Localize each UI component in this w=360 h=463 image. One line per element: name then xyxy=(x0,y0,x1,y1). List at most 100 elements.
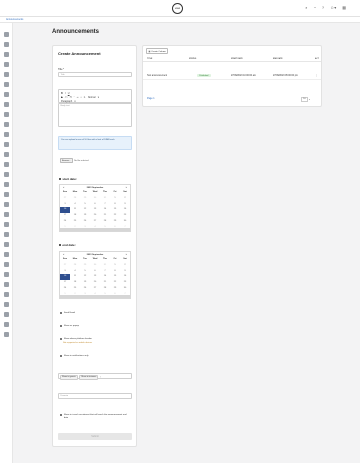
sidebar xyxy=(0,23,13,463)
help-icon[interactable]: ? xyxy=(322,5,324,10)
audience-tag[interactable]: Show to trainees xyxy=(79,375,99,380)
column-status[interactable]: Status xyxy=(189,58,196,60)
code-button[interactable]: <> xyxy=(65,96,68,99)
header-checkbox[interactable] xyxy=(60,338,63,341)
calendar-time-bar[interactable] xyxy=(60,228,130,231)
home-icon[interactable] xyxy=(4,32,9,37)
users-icon[interactable] xyxy=(4,52,9,57)
row-title[interactable]: Test announcement xyxy=(147,75,167,77)
cloud-icon[interactable] xyxy=(4,282,9,287)
more-options-icon[interactable]: ⋮ xyxy=(315,74,317,77)
notifications-checkbox[interactable] xyxy=(60,355,63,358)
link-button[interactable]: ∞ xyxy=(77,96,79,99)
end-date-label: end date: xyxy=(59,243,76,247)
shield-icon[interactable] xyxy=(4,212,9,217)
link-icon[interactable] xyxy=(4,152,9,157)
bold-button[interactable]: B xyxy=(61,92,63,95)
domain-input[interactable]: Domain xyxy=(58,393,132,399)
user-menu-icon[interactable]: ☺▾ xyxy=(330,5,336,10)
mobile-note: Not supported on mobile devices xyxy=(63,342,93,344)
search-icon[interactable]: ⌕ xyxy=(305,5,307,10)
globe-icon[interactable] xyxy=(4,332,9,337)
archive-icon[interactable] xyxy=(4,262,9,267)
tag-icon[interactable] xyxy=(4,142,9,147)
quote-button[interactable]: “ xyxy=(74,96,75,99)
list-icon[interactable] xyxy=(4,252,9,257)
clock-icon xyxy=(59,243,62,247)
create-column-button[interactable]: ▦ Create Column xyxy=(146,48,169,55)
notifications-option[interactable]: Show in notifications only xyxy=(60,355,88,358)
italic-button[interactable]: I xyxy=(65,92,66,95)
dashboard-icon[interactable] xyxy=(4,42,9,47)
calendar-icon[interactable] xyxy=(4,62,9,67)
popup-checkbox[interactable] xyxy=(60,325,63,328)
column-end-date[interactable]: End Date xyxy=(273,58,283,60)
pen-icon[interactable] xyxy=(4,172,9,177)
logo-text: LOGO xyxy=(174,7,181,10)
calendar-time-bar[interactable] xyxy=(60,295,130,298)
create-column-label: Create Column xyxy=(151,50,166,53)
table-row[interactable]: Test announcement Published 27/09/2023 1… xyxy=(143,72,321,80)
grid-icon[interactable]: ▦ xyxy=(342,5,346,10)
info-text: You can upload a max of 10 files with a … xyxy=(61,138,115,141)
book-icon[interactable] xyxy=(4,112,9,117)
settings-icon[interactable] xyxy=(4,292,9,297)
title-input[interactable]: Title xyxy=(58,72,132,77)
heading-button[interactable]: H xyxy=(70,96,72,99)
column-actions: Act xyxy=(315,58,319,60)
breadcrumb[interactable]: Announcements xyxy=(6,18,23,21)
send-email-checkbox[interactable] xyxy=(60,312,63,315)
column-start-date[interactable]: Start Date xyxy=(231,58,243,60)
mail-icon[interactable] xyxy=(4,162,9,167)
chart-icon[interactable] xyxy=(4,82,9,87)
prev-month-icon[interactable]: « xyxy=(63,253,64,256)
clock-icon[interactable] xyxy=(4,242,9,247)
star-icon[interactable] xyxy=(4,132,9,137)
clipboard-icon[interactable] xyxy=(4,122,9,127)
document-icon[interactable] xyxy=(4,92,9,97)
browse-button[interactable]: Browse... xyxy=(60,158,73,163)
image-icon[interactable] xyxy=(4,202,9,207)
bell-icon[interactable]: ◔ xyxy=(313,5,315,10)
app-logo[interactable]: LOGO xyxy=(172,3,183,14)
strike-button[interactable]: S xyxy=(61,96,63,99)
send-email-option[interactable]: Send Email xyxy=(60,312,75,315)
domain-placeholder: Domain xyxy=(60,395,69,397)
clear-icon[interactable]: × xyxy=(100,376,101,378)
calendar-month: 2023 September xyxy=(86,253,104,256)
issue-reminder-option[interactable]: Show in issue/ recruitment that will rea… xyxy=(60,414,130,420)
announcements-table-card: ▦ Create Column Title Status Start Date … xyxy=(142,45,322,107)
issue-reminder-checkbox[interactable] xyxy=(60,414,63,417)
calendar-grid: Sun Mon Tue Wed Thu Fri Sat 27 28 29 30 … xyxy=(60,257,130,298)
page-size-select[interactable]: 10 xyxy=(301,97,308,102)
normal-select[interactable]: Normal xyxy=(88,96,96,99)
audience-multiselect[interactable]: Show to guests Show to trainees × xyxy=(58,373,132,380)
create-announcement-card: Create Announcement Title * Title B I U … xyxy=(52,45,137,447)
submit-button[interactable]: Submit xyxy=(58,433,132,440)
briefcase-icon[interactable] xyxy=(4,102,9,107)
table-header: Title Status Start Date End Date Act xyxy=(143,56,321,62)
popup-option[interactable]: Show as popup xyxy=(60,325,79,328)
pagination-link[interactable]: Page 1 xyxy=(147,97,155,100)
lock-icon[interactable] xyxy=(4,222,9,227)
key-icon[interactable] xyxy=(4,232,9,237)
folder-icon[interactable] xyxy=(4,72,9,77)
database-icon[interactable] xyxy=(4,272,9,277)
info-icon[interactable] xyxy=(4,302,9,307)
plug-icon[interactable] xyxy=(4,322,9,327)
logout-icon[interactable] xyxy=(4,312,9,317)
column-title[interactable]: Title xyxy=(147,58,152,60)
next-month-icon[interactable]: » xyxy=(126,253,127,256)
prev-month-icon[interactable]: « xyxy=(63,186,64,189)
audience-tag[interactable]: Show to guests xyxy=(60,375,78,380)
megaphone-icon[interactable] xyxy=(4,192,9,197)
next-month-icon[interactable]: » xyxy=(126,186,127,189)
chevron-down-icon: ▾ xyxy=(308,98,310,101)
bullet-list-button[interactable]: • xyxy=(81,96,82,99)
flag-icon[interactable] xyxy=(4,182,9,187)
top-actions: ⌕ ◔ ? ☺▾ ▦ xyxy=(305,5,346,10)
numbered-list-button[interactable]: 1. xyxy=(84,96,86,99)
underline-button[interactable]: U xyxy=(68,92,70,95)
header-option[interactable]: Show above platform header xyxy=(60,338,92,341)
body-editor[interactable]: Body text xyxy=(58,103,132,127)
